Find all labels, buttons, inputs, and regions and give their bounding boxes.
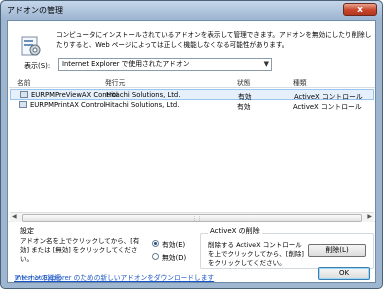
disable-radio[interactable] [152,253,159,260]
column-status[interactable]: 状態 [237,77,251,87]
dialog-body: コンピュータにインストールされているアドオンを表示して管理できます。アドオンを無… [7,20,376,283]
close-button[interactable]: x [343,3,377,16]
horizontal-scrollbar[interactable]: ◀ ⋮⋮ ▶ [10,212,374,222]
activex-icon [19,101,27,108]
disable-label[interactable]: 無効(D) [162,252,186,262]
addon-details-link[interactable]: アドオンの詳細 [14,272,61,282]
scroll-left-icon[interactable]: ◀ [12,213,17,220]
scroll-right-icon[interactable]: ▶ [367,213,372,220]
item-publisher: Hitachi Solutions, Ltd. [105,101,180,109]
item-name: EURPMPreViewAX Control [31,91,118,99]
list-header: 名前 発行元 状態 種類 [9,75,375,88]
column-name[interactable]: 名前 [17,77,31,87]
list-item[interactable]: EURPMPreViewAX Control Hitachi Solutions… [10,89,374,101]
activex-delete-title: ActiveX の削除 [208,226,262,236]
item-status: 有効 [237,103,251,111]
close-icon: x [357,5,363,15]
show-filter-dropdown[interactable]: Internet Explorer で使用されたアドオン ▼ [58,58,272,71]
intro-text: コンピュータにインストールされているアドオンを表示して管理できます。アドオンを無… [56,31,372,49]
window-title: アドオンの管理 [7,6,63,15]
scrollbar-thumb[interactable]: ⋮⋮ [22,214,362,222]
add-ons-dialog: アドオンの管理 x コンピュータにインストールされているアドオンを表示して管理で… [0,0,383,289]
item-publisher: Hitachi Solutions, Ltd. [106,91,181,99]
grip-icon: ⋮⋮ [192,216,202,222]
filter-label: 表示(S): [24,62,51,70]
ok-button[interactable]: OK [318,267,370,280]
filter-selected-value: Internet Explorer で使用されたアドオン [62,60,190,68]
activex-icon [20,91,28,98]
settings-text: アドオン名を上でクリックしてから、[有効] または [無効] をクリックしてくだ… [20,237,140,263]
item-name: EURPMPrintAX Control [30,101,106,109]
column-type[interactable]: 種類 [293,77,307,87]
title-bar[interactable]: アドオンの管理 x [1,1,382,19]
add-ons-icon [21,36,41,56]
enable-radio[interactable] [152,240,159,247]
list-item[interactable]: EURPMPrintAX Control Hitachi Solutions, … [10,100,374,111]
delete-button[interactable]: 削除(L) [308,244,366,257]
enable-label[interactable]: 有効(E) [162,239,185,249]
chevron-down-icon: ▼ [263,60,269,68]
item-type: ActiveX コントロール [293,103,362,111]
activex-delete-text: 削除する ActiveX コントロールを上でクリックしてから、[削除] をクリッ… [208,241,304,267]
column-publisher[interactable]: 発行元 [105,77,125,87]
settings-title: 設定 [20,227,34,235]
